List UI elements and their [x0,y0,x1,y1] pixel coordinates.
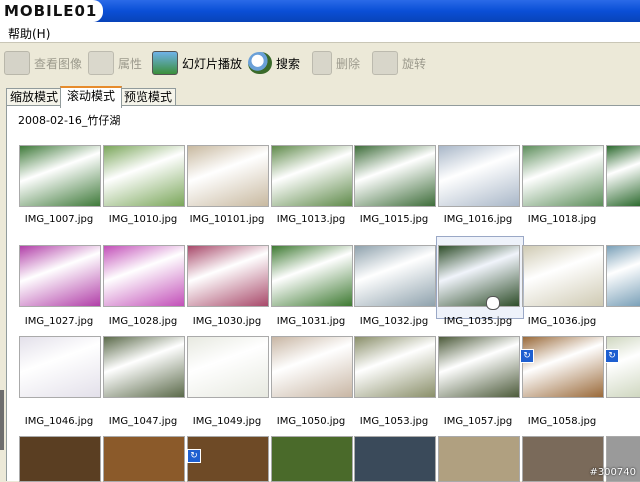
thumbnail-image[interactable] [19,245,101,307]
thumbnail-filename: IMG_1030.jpg [192,316,262,327]
thumbnail-image[interactable] [522,145,604,207]
view-image-button[interactable]: 查看图像 [4,49,82,77]
properties-icon [88,51,114,75]
thumbnail-image[interactable] [19,336,101,398]
folder-title: 2008-02-16_竹仔湖 [18,114,121,127]
thumbnail-image[interactable] [522,245,604,307]
thumbnail-image[interactable] [103,145,185,207]
app-logo: MOBILE01 [0,0,104,22]
menu-help[interactable]: 帮助(H) [8,25,50,42]
rotate-badge-icon: ↻ [605,349,619,363]
thumbnail-filename: IMG_1031.jpg [276,316,346,327]
thumbnail-filename: IMG_1046.jpg [24,416,94,427]
rotate-label: 旋转 [402,56,427,71]
thumbnail-image[interactable] [103,436,185,482]
thumbnail-filename: IMG_1028.jpg [108,316,178,327]
thumbnail-filename: IMG_1057.jpg [443,416,513,427]
tab-preview-mode[interactable]: 预览模式 [120,88,176,106]
thumbnail-filename: IMG_1047.jpg [108,416,178,427]
slideshow-button[interactable]: 幻灯片播放 [152,49,242,77]
title-bar: MOBILE01 [0,0,640,22]
thumbnail-image[interactable] [187,336,269,398]
thumbnail-filename: IMG_1053.jpg [359,416,429,427]
thumbnail-filename: IMG_10101.jpg [189,214,265,225]
thumbnail-image[interactable] [606,145,640,207]
thumbnail-filename: IMG_1049.jpg [192,416,262,427]
delete-button[interactable]: 删除 [312,49,360,77]
thumbnail-image[interactable] [354,145,436,207]
search-button[interactable]: 搜索 [248,49,300,77]
image-icon [4,51,30,75]
thumbnail-image[interactable] [103,336,185,398]
thumbnail-image[interactable] [522,336,604,398]
slideshow-icon [152,51,178,75]
thumbnail-filename: IMG_1035.jpg [443,316,513,327]
trash-icon [312,51,332,75]
thumbnail-filename: IMG_1016.jpg [443,214,513,225]
watermark: #300740 [589,467,636,478]
thumbnail-image[interactable] [103,245,185,307]
thumbnail-filename: IMG_1018.jpg [527,214,597,225]
rotate-button[interactable]: 旋转 [372,49,426,77]
thumbnail-image[interactable] [438,245,520,307]
thumbnail-filename: IMG_1027.jpg [24,316,94,327]
view-image-label: 查看图像 [34,56,83,71]
thumbnail-filename: IMG_1058.jpg [527,416,597,427]
tab-zoom-mode[interactable]: 缩放模式 [6,88,62,106]
rotate-badge-icon: ↻ [520,349,534,363]
mouse-cursor-icon [486,296,500,310]
thumbnail-image[interactable] [187,145,269,207]
thumbnail-image[interactable] [438,436,520,482]
thumbnail-image[interactable] [438,336,520,398]
slideshow-label: 幻灯片播放 [182,56,243,71]
toolbar: 查看图像 属性 幻灯片播放 搜索 删除 旋转 [0,43,640,83]
delete-label: 删除 [336,56,361,71]
rotate-badge-icon: ↻ [187,449,201,463]
search-icon [248,52,272,74]
thumbnail-filename: IMG_1015.jpg [359,214,429,225]
search-label: 搜索 [276,56,301,71]
tab-scroll-mode[interactable]: 滚动模式 [60,86,122,108]
properties-label: 属性 [118,56,143,71]
thumbnail-filename: IMG_1010.jpg [108,214,178,225]
thumbnail-image[interactable] [438,145,520,207]
thumbnail-filename: IMG_1050.jpg [276,416,346,427]
menu-bar: 帮助(H) [0,22,640,43]
thumbnail-image[interactable] [19,145,101,207]
properties-button[interactable]: 属性 [88,49,142,77]
left-edge-strip [0,390,4,450]
thumbnail-image[interactable] [354,336,436,398]
thumbnail-filename: IMG_1036.jpg [527,316,597,327]
thumbnail-image[interactable] [187,245,269,307]
thumbnail-image[interactable] [19,436,101,482]
thumbnail-image[interactable] [606,245,640,307]
thumbnail-image[interactable] [354,245,436,307]
rotate-icon [372,51,398,75]
thumbnail-filename: IMG_1013.jpg [276,214,346,225]
thumbnail-image[interactable] [606,336,640,398]
thumbnail-filename: IMG_1007.jpg [24,214,94,225]
thumbnail-image[interactable] [271,436,353,482]
thumbnail-image[interactable] [271,245,353,307]
thumbnail-image[interactable] [271,145,353,207]
thumbnail-filename: IMG_1032.jpg [359,316,429,327]
thumbnail-image[interactable] [271,336,353,398]
thumbnail-image[interactable] [354,436,436,482]
